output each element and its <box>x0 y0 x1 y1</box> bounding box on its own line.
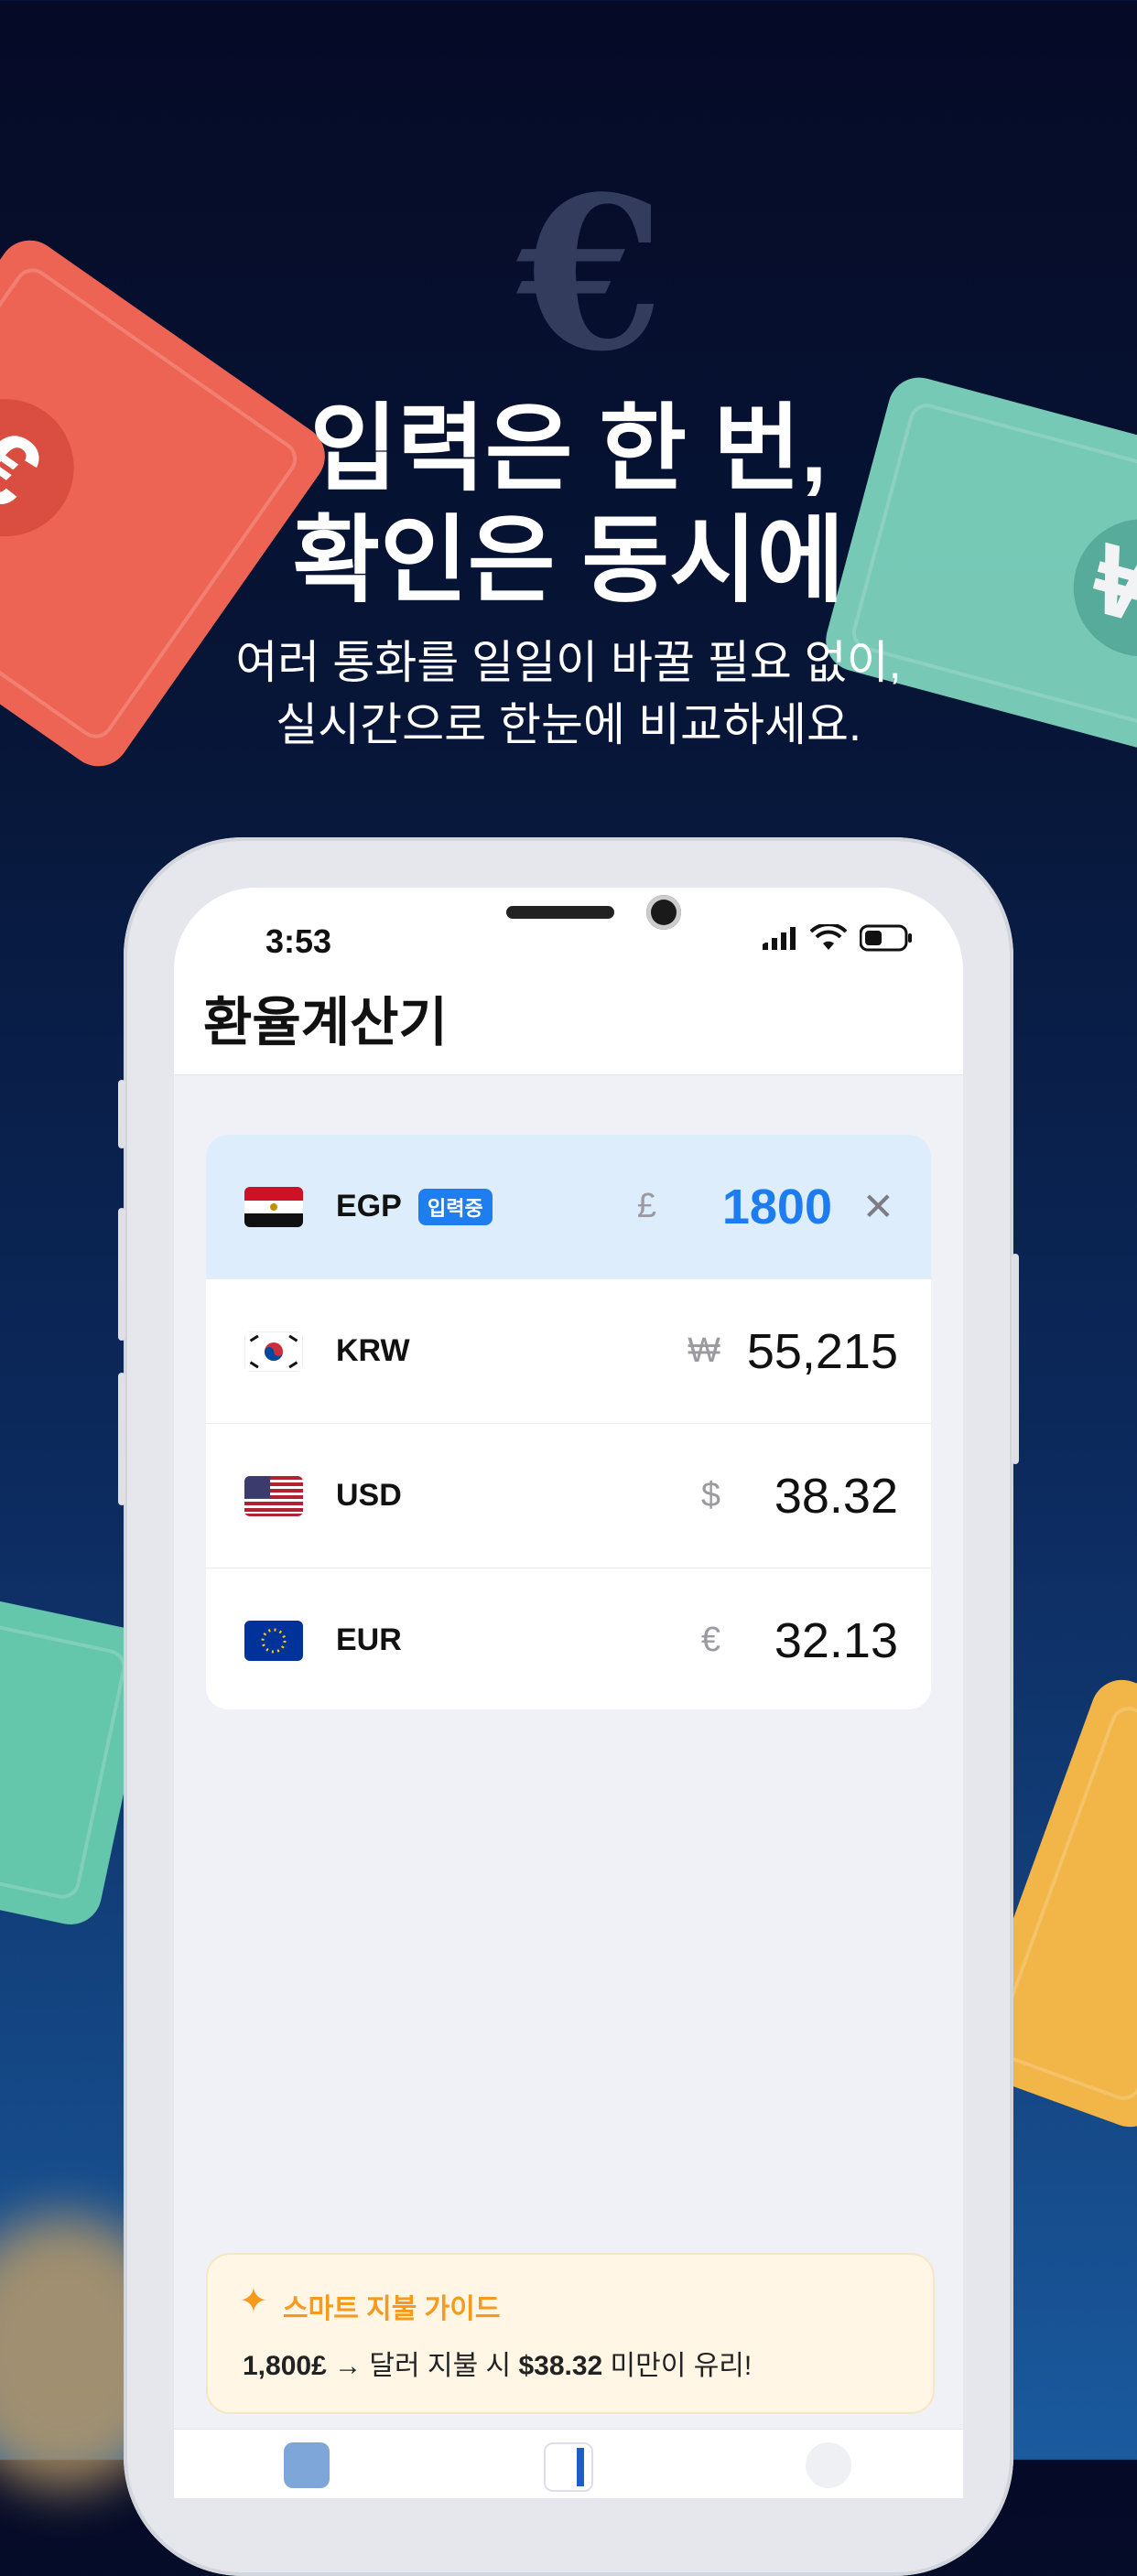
currency-symbol: £ <box>636 1187 656 1225</box>
sparkle-icon: ✦ <box>239 2282 268 2321</box>
status-icons <box>761 924 913 952</box>
eu-flag-icon <box>244 1620 303 1661</box>
settings-tab-icon[interactable] <box>806 2442 851 2488</box>
guide-amount: 1,800£ <box>243 2351 327 2381</box>
status-time: 3:53 <box>265 922 332 960</box>
phone-volume-down <box>118 1373 125 1505</box>
currency-row-krw[interactable]: KRW ₩ 55,215 <box>206 1279 931 1424</box>
clear-icon[interactable]: ✕ <box>862 1184 894 1229</box>
amount-input[interactable]: 1800 <box>722 1179 832 1235</box>
currency-code: USD <box>336 1478 402 1513</box>
guide-text: 1,800£ → 달러 지불 시 $38.32 미만이 유리! <box>243 2343 752 2383</box>
usa-flag-icon <box>244 1475 303 1516</box>
headline: 입력은 한 번, 확인은 동시에 <box>0 393 1137 617</box>
speaker-grille <box>506 906 614 919</box>
currency-symbol: $ <box>700 1476 720 1514</box>
guide-title: 스마트 지불 가이드 <box>283 2294 501 2324</box>
currency-code: KRW <box>336 1333 410 1368</box>
headline-line-1: 입력은 한 번, <box>309 396 828 502</box>
smart-payment-guide: ✦ 스마트 지불 가이드 1,800£ → 달러 지불 시 $38.32 미만이… <box>206 2253 935 2414</box>
currency-symbol: € <box>700 1621 720 1659</box>
app-screen: 3:53 환율계산기 EGP 입력중 £ 1800 ✕ KRW ₩ 55,215… <box>174 888 963 2498</box>
currency-symbol: ₩ <box>688 1331 720 1370</box>
egypt-flag-icon <box>244 1186 303 1227</box>
headline-line-2: 확인은 동시에 <box>292 508 845 614</box>
calendar-tab-icon[interactable] <box>284 2442 330 2488</box>
subheadline-line-1: 여러 통화를 일일이 바꿀 필요 없이, <box>235 637 902 688</box>
chart-tab-icon[interactable] <box>544 2442 593 2492</box>
wifi-icon <box>810 924 847 950</box>
camera-icon <box>646 895 681 930</box>
guide-tail: 미만이 유리! <box>602 2351 753 2381</box>
tab-bar <box>174 2429 963 2498</box>
subheadline-line-2: 실시간으로 한눈에 비교하세요. <box>276 699 861 750</box>
currency-code: EUR <box>336 1622 402 1657</box>
currency-list: EGP 입력중 £ 1800 ✕ KRW ₩ 55,215 USD $ 38.3… <box>206 1135 931 1709</box>
battery-icon <box>860 924 912 952</box>
app-header: 환율계산기 <box>174 993 963 1075</box>
currency-code: EGP <box>336 1189 402 1223</box>
korea-flag-icon <box>244 1331 303 1372</box>
currency-row-eur[interactable]: EUR € 32.13 <box>206 1568 931 1709</box>
amount-value: 55,215 <box>746 1323 898 1379</box>
amount-value: 32.13 <box>774 1612 898 1668</box>
currency-row-usd[interactable]: USD $ 38.32 <box>206 1424 931 1568</box>
guide-arrow-text: → 달러 지불 시 <box>326 2351 519 2381</box>
guide-threshold: $38.32 <box>518 2351 603 2381</box>
amount-value: 38.32 <box>774 1468 898 1524</box>
phone-volume-up <box>118 1208 125 1341</box>
currency-row-egp[interactable]: EGP 입력중 £ 1800 ✕ <box>206 1135 931 1279</box>
page-title: 환율계산기 <box>203 993 448 1052</box>
phone-side-button <box>118 1080 125 1148</box>
phone-power-button <box>1012 1254 1019 1464</box>
euro-symbol-icon: € <box>516 151 665 398</box>
input-active-badge: 입력중 <box>418 1188 493 1225</box>
phone-notch <box>346 888 790 952</box>
subheadline: 여러 통화를 일일이 바꿀 필요 없이, 실시간으로 한눈에 비교하세요. <box>0 631 1137 756</box>
